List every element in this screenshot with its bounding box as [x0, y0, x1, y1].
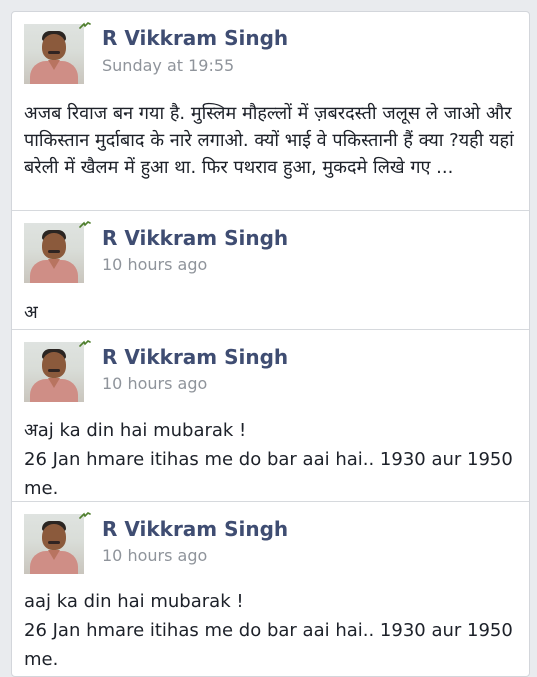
avatar[interactable]	[24, 24, 84, 84]
small-leaf-icon	[79, 340, 91, 347]
post-timestamp[interactable]: Sunday at 19:55	[102, 56, 234, 76]
post-timestamp[interactable]: 10 hours ago	[102, 255, 207, 275]
avatar-face	[42, 34, 66, 60]
small-leaf-icon	[79, 512, 91, 519]
avatar[interactable]	[24, 223, 84, 283]
author-name[interactable]: R Vikkram Singh	[102, 345, 288, 369]
post-timestamp[interactable]: 10 hours ago	[102, 546, 207, 566]
post-body: अ	[24, 302, 38, 323]
avatar[interactable]	[24, 342, 84, 402]
post-card: R Vikkram Singh Sunday at 19:55 अजब रिवा…	[12, 12, 529, 211]
author-name[interactable]: R Vikkram Singh	[102, 226, 288, 250]
post-body: aaj ka din hai mubarak ! 26 Jan hmare it…	[24, 591, 513, 670]
avatar-face	[42, 233, 66, 259]
author-name[interactable]: R Vikkram Singh	[102, 517, 288, 541]
avatar[interactable]	[24, 514, 84, 574]
post-body: अजब रिवाज बन गया है. मुस्लिम मौहल्लों मे…	[24, 103, 520, 178]
avatar-moustache	[48, 541, 60, 544]
avatar-face	[42, 352, 66, 378]
avatar-moustache	[48, 250, 60, 253]
post-card: R Vikkram Singh 10 hours ago aaj ka din …	[12, 501, 529, 676]
post-body: अaj ka din hai mubarak ! 26 Jan hmare it…	[24, 420, 513, 499]
post-feed: R Vikkram Singh Sunday at 19:55 अजब रिवा…	[11, 11, 530, 677]
avatar-face	[42, 524, 66, 550]
small-leaf-icon	[79, 221, 91, 228]
small-leaf-icon	[79, 22, 91, 29]
avatar-moustache	[48, 51, 60, 54]
author-name[interactable]: R Vikkram Singh	[102, 26, 288, 50]
post-timestamp[interactable]: 10 hours ago	[102, 374, 207, 394]
avatar-moustache	[48, 369, 60, 372]
post-card: R Vikkram Singh 10 hours ago अaj ka din …	[12, 329, 529, 502]
post-card: R Vikkram Singh 10 hours ago अ	[12, 210, 529, 330]
